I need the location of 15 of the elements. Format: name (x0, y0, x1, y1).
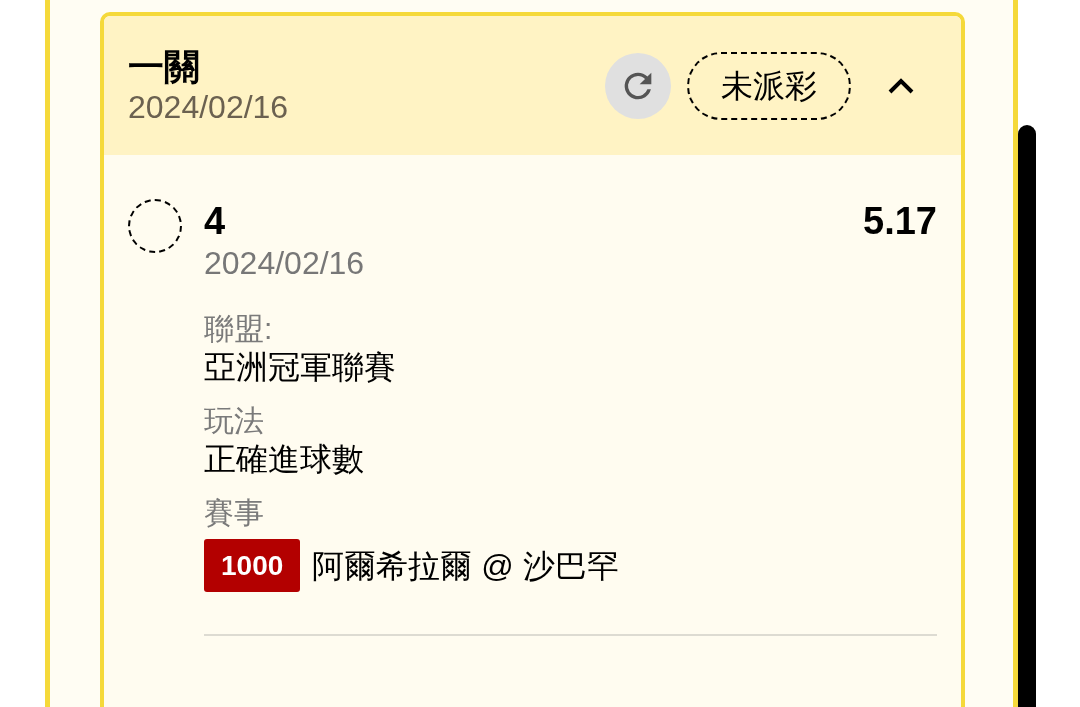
status-badge: 未派彩 (687, 51, 851, 120)
field-value: 正確進球數 (204, 440, 365, 479)
field-label: 聯盟: (204, 311, 274, 347)
scrollbar[interactable] (1018, 125, 1036, 707)
match-teams: 阿爾希拉爾 @ 沙巴罕 (312, 546, 619, 586)
field-label: 賽事 (204, 495, 265, 531)
bet-type-title: 一關 (128, 45, 201, 88)
leg-date: 2024/02/16 (204, 244, 366, 283)
chevron-icon (887, 76, 915, 95)
bet-date: 2024/02/16 (128, 87, 290, 126)
selection-text: 4 (204, 199, 226, 243)
odds-text: 5.17 (863, 199, 937, 243)
field-value: 亞洲冠軍聯賽 (204, 348, 397, 387)
field-label: 玩法 (204, 403, 265, 439)
match-number: 1000 (204, 539, 301, 592)
